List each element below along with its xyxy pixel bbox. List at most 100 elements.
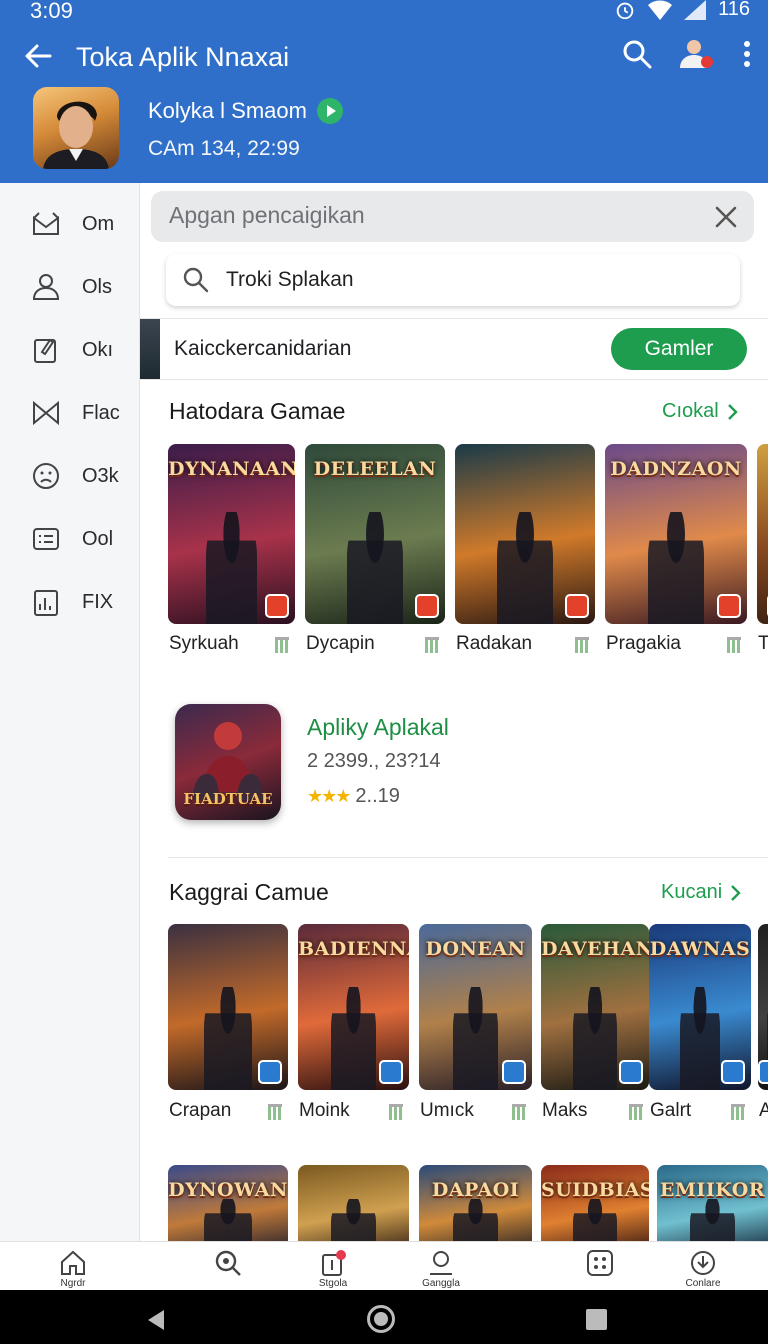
game-card[interactable]	[758, 924, 768, 1090]
game-card-label[interactable]: Radakan	[456, 633, 532, 655]
section-more-link[interactable]: Cıokal	[662, 400, 739, 423]
profile-subtitle: CAm 134, 22:99	[148, 137, 300, 160]
game-card-art-title: DAVEHAN	[541, 938, 649, 960]
promo-thumbnail	[140, 319, 160, 379]
game-card[interactable]: DAWNAS	[649, 924, 751, 1090]
game-card-character	[452, 987, 499, 1090]
featured-app-icon-text: FIADTUAE	[183, 790, 273, 808]
nav-item-notifications[interactable]: Stgola	[288, 1242, 378, 1291]
game-card[interactable]: DAVEHAN	[541, 924, 649, 1090]
nav-item-home[interactable]: Ngrdr	[28, 1242, 118, 1291]
nav-item-search[interactable]	[183, 1242, 273, 1291]
app-header: 3:09 116 Toka Aplik Nnaxai Kolyka l Smao…	[0, 0, 768, 183]
close-icon[interactable]	[712, 203, 740, 231]
nav-item-profile[interactable]: Ganggla	[396, 1242, 486, 1291]
game-card[interactable]: SUIDBIAS	[541, 1165, 649, 1241]
more-vert-icon[interactable]	[742, 39, 752, 69]
game-card[interactable]	[455, 444, 595, 624]
game-card[interactable]: DYNANAAN	[168, 444, 295, 624]
game-card-label[interactable]: Moink	[299, 1100, 350, 1122]
bowtie-icon	[33, 400, 59, 426]
home-icon	[61, 1250, 85, 1275]
game-card-character	[647, 512, 705, 624]
sidebar-item-oki[interactable]: Okı	[30, 330, 113, 370]
nav-item-apps[interactable]	[555, 1242, 645, 1291]
sidebar-item-om[interactable]: Om	[30, 204, 114, 244]
game-card[interactable]: EMIIKOR	[657, 1165, 768, 1241]
search-bar[interactable]: Apgan pencaigikan	[151, 191, 754, 242]
game-card-art-title: DYNANAAN	[168, 458, 295, 480]
status-time: 3:09	[30, 0, 73, 23]
nav-item-label: Ngrdr	[60, 1278, 86, 1289]
nav-item-label: Ganggla	[422, 1278, 460, 1289]
game-card[interactable]: DELEELAN	[305, 444, 445, 624]
avatar[interactable]	[33, 87, 119, 169]
game-card-label[interactable]: Maks	[542, 1100, 587, 1122]
back-arrow-icon[interactable]	[22, 40, 54, 72]
game-card[interactable]: DADNZAON	[605, 444, 747, 624]
nav-item-downloads[interactable]: Conlare	[658, 1242, 748, 1291]
game-card-art-title: DELEELAN	[313, 458, 437, 480]
game-card[interactable]	[298, 1165, 409, 1241]
game-badge-icon	[565, 594, 589, 618]
account-icon[interactable]	[678, 38, 716, 70]
promo-row[interactable]: Kaicckercanidarian Gamler	[140, 318, 768, 380]
game-card-art-title: EMIIKOR	[659, 1179, 766, 1201]
game-card-art-title: DADNZAON	[610, 458, 742, 480]
section-more-link[interactable]: Kucani	[661, 881, 742, 904]
promo-button[interactable]: Gamler	[611, 328, 747, 370]
sidebar-item-ols[interactable]: Ols	[30, 267, 112, 307]
game-card-art-title: DONEAN	[425, 938, 526, 960]
game-card-character	[331, 1199, 376, 1241]
game-card-label[interactable]: Pragakia	[606, 633, 681, 655]
notification-icon	[322, 1250, 346, 1276]
sidebar-item-fix[interactable]: FIX	[30, 582, 113, 622]
profile-icon	[430, 1251, 452, 1275]
game-card-label[interactable]: T	[758, 633, 768, 655]
star-icon: ★★★	[307, 786, 351, 806]
page-title: Toka Aplik Nnaxai	[76, 42, 290, 72]
app-bar: Toka Aplik Nnaxai	[0, 30, 768, 86]
search-icon	[215, 1250, 241, 1276]
game-card-label[interactable]: Galrt	[650, 1100, 691, 1122]
search-input-value: Troki Splakan	[226, 268, 354, 291]
featured-app-icon[interactable]: FIADTUAE	[175, 704, 281, 820]
game-badge-icon	[717, 594, 741, 618]
game-card-label[interactable]: Dycapin	[306, 633, 375, 655]
game-card[interactable]: DYNOWAN	[168, 1165, 288, 1241]
size-icon	[731, 1104, 745, 1120]
game-card[interactable]	[168, 924, 288, 1090]
game-card[interactable]	[757, 444, 768, 624]
game-card-label[interactable]: A	[759, 1100, 768, 1122]
system-home-icon[interactable]	[367, 1305, 395, 1333]
divider	[168, 857, 768, 858]
system-recents-icon[interactable]	[586, 1309, 607, 1330]
game-badge-icon	[502, 1060, 526, 1084]
sidebar-item-ool[interactable]: Ool	[30, 519, 113, 559]
system-back-icon[interactable]	[148, 1310, 164, 1330]
sidebar-item-label: Flac	[82, 401, 120, 424]
game-card-character	[679, 987, 721, 1090]
apps-icon	[587, 1250, 613, 1276]
game-card[interactable]: DONEAN	[419, 924, 532, 1090]
game-card[interactable]: BADIENNAKS	[298, 924, 409, 1090]
person-icon	[32, 274, 60, 300]
play-icon[interactable]	[316, 98, 343, 124]
search-input[interactable]: Troki Splakan	[166, 254, 740, 306]
game-card-label[interactable]: Umıck	[420, 1100, 474, 1122]
game-card-label[interactable]: Syrkuah	[169, 633, 239, 655]
search-bar-placeholder: Apgan pencaigikan	[169, 202, 365, 228]
featured-app-title[interactable]: Apliky Aplakal	[307, 714, 449, 741]
face-icon	[33, 463, 59, 489]
sidebar-item-flac[interactable]: Flac	[30, 393, 120, 433]
game-badge-icon	[758, 1060, 768, 1084]
search-icon[interactable]	[622, 39, 652, 69]
section-title: Hatodara Gamae	[169, 398, 346, 424]
game-card[interactable]: DAPAOI	[419, 1165, 532, 1241]
game-badge-icon	[721, 1060, 745, 1084]
game-card-label[interactable]: Crapan	[169, 1100, 231, 1122]
sidebar-item-o3k[interactable]: O3k	[30, 456, 119, 496]
profile-name-row[interactable]: Kolyka l Smaom	[148, 98, 343, 124]
size-icon	[629, 1104, 643, 1120]
chevron-right-icon	[731, 884, 741, 901]
